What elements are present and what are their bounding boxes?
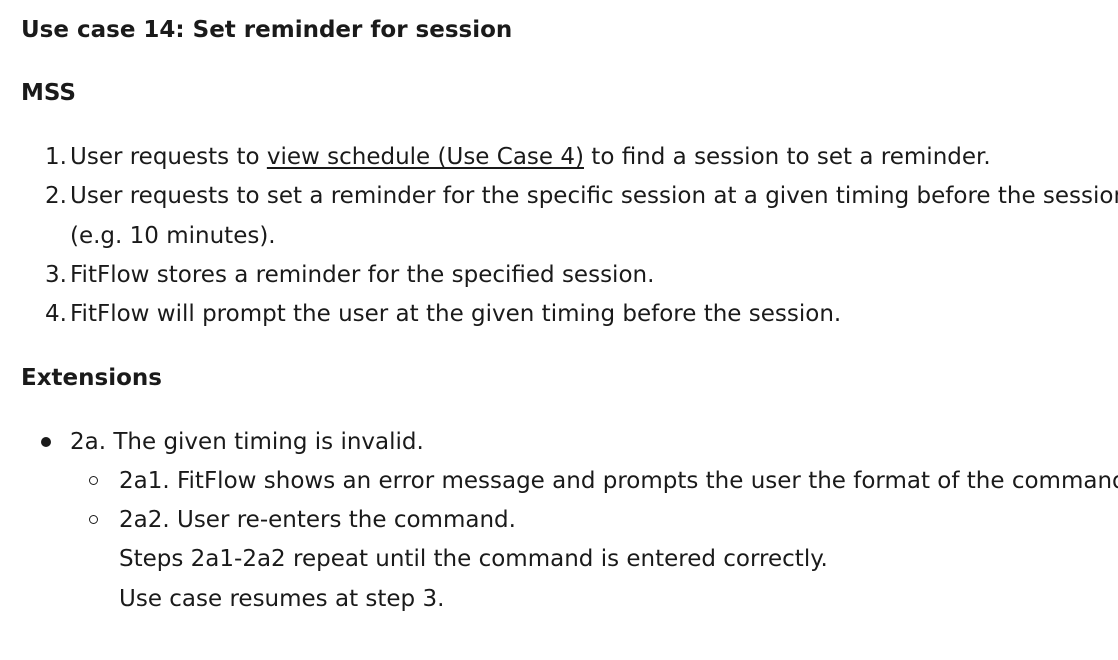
step-number: 3. [45, 262, 67, 288]
view-schedule-link[interactable]: view schedule (Use Case 4) [267, 144, 584, 170]
step-text-line-1: User requests to set a reminder for the … [70, 183, 1118, 209]
extension-text: 2a. The given timing is invalid. [70, 429, 424, 455]
step-number: 1. [45, 144, 67, 170]
step-text-before: User requests to [70, 144, 267, 170]
subitem-continuation-2: Use case resumes at step 3. [119, 586, 445, 612]
subitem-text: 2a2. User re-enters the command. [119, 507, 516, 533]
step-number: 2. [45, 183, 67, 209]
step-text: FitFlow will prompt the user at the give… [70, 301, 842, 327]
step-text-line-2: (e.g. 10 minutes). [70, 223, 276, 249]
step-text-after: to find a session to set a reminder. [583, 144, 991, 170]
bullet-circle-icon [89, 476, 98, 485]
step-text: FitFlow stores a reminder for the specif… [70, 262, 655, 288]
subitem-text: 2a1. FitFlow shows an error message and … [119, 468, 1118, 494]
subitem-continuation-1: Steps 2a1-2a2 repeat until the command i… [119, 546, 828, 572]
step-number: 4. [45, 301, 67, 327]
extensions-heading: Extensions [21, 365, 162, 391]
bullet-disc-icon [41, 437, 51, 447]
mss-heading: MSS [21, 80, 76, 106]
step-text: User requests to view schedule (Use Case… [70, 142, 991, 172]
bullet-circle-icon [89, 515, 98, 524]
use-case-title: Use case 14: Set reminder for session [21, 17, 513, 43]
